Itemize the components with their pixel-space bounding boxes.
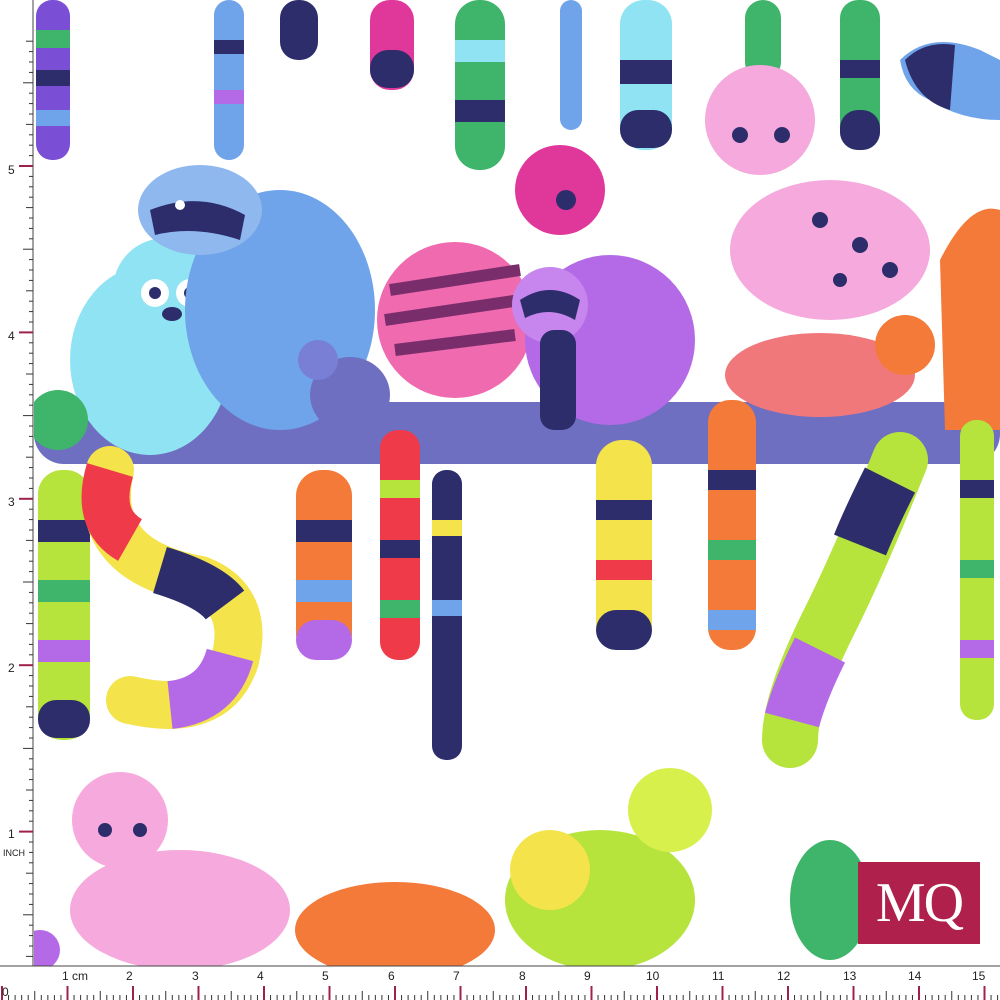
cm-mark-11: 11 xyxy=(712,969,725,983)
cm-mark-6: 6 xyxy=(388,969,395,983)
inch-mark-3: 3 xyxy=(8,495,15,509)
cm-mark-2: 2 xyxy=(126,969,133,983)
spotted-genet xyxy=(705,65,930,320)
cm-mark-8: 8 xyxy=(519,969,526,983)
cm-mark-5: 5 xyxy=(322,969,329,983)
fabric-print xyxy=(34,0,1000,966)
cm-mark-7: 7 xyxy=(453,969,460,983)
coral-mongoose xyxy=(725,315,935,417)
cm-mark-9: 9 xyxy=(584,969,591,983)
cm-mark-12: 12 xyxy=(777,969,791,983)
cm-mark-10: 10 xyxy=(646,969,660,983)
fabric-swatch-image: 5 4 3 2 1 INCH 0 1 cm 2 3 4 5 6 7 8 9 10… xyxy=(0,0,1000,1000)
inch-mark-2: 2 xyxy=(8,661,15,675)
inch-unit-label: INCH xyxy=(3,848,25,858)
cm-mark-1: 1 xyxy=(62,969,69,983)
cm-mark-14: 14 xyxy=(908,969,922,983)
inch-mark-4: 4 xyxy=(8,329,15,343)
inch-mark-0: 0 xyxy=(2,985,9,999)
orange-striped-animal xyxy=(940,208,1000,430)
inch-mark-5: 5 xyxy=(8,163,15,177)
mq-logo: MQ xyxy=(858,862,980,944)
cm-mark-4: 4 xyxy=(257,969,264,983)
cm-mark-13: 13 xyxy=(843,969,857,983)
mq-logo-text: MQ xyxy=(875,872,964,934)
top-tails xyxy=(36,0,1000,170)
inch-mark-1: 1 xyxy=(8,827,15,841)
bottom-animals xyxy=(34,768,870,966)
cm-mark-3: 3 xyxy=(192,969,199,983)
green-bird xyxy=(34,390,88,450)
cm-unit-label: cm xyxy=(72,969,88,983)
cm-mark-15: 15 xyxy=(972,969,986,983)
